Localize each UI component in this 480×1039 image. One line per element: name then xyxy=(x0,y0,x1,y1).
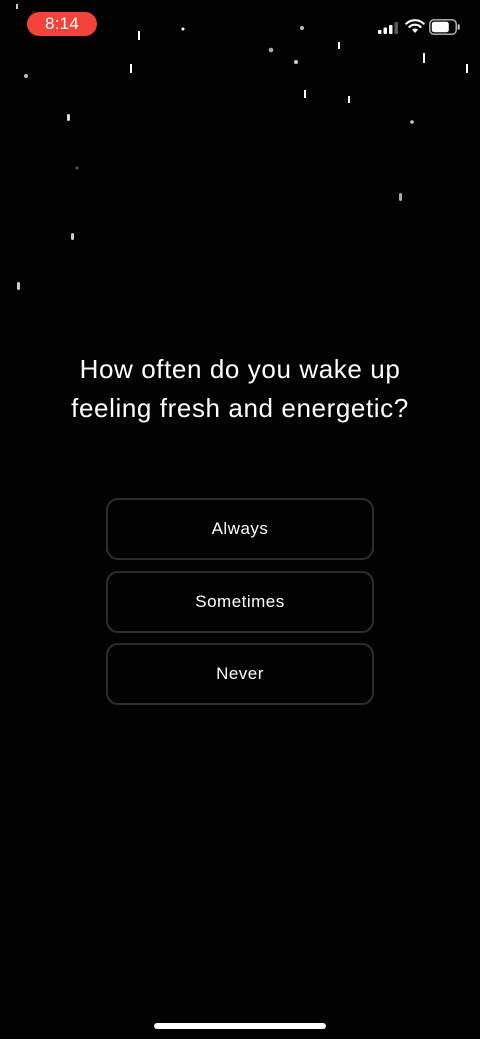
app-screen: 8:14 How often do you wake up feeling fr… xyxy=(0,0,480,1039)
question-text: How often do you wake up feeling fresh a… xyxy=(71,354,409,423)
option-sometimes-button[interactable]: Sometimes xyxy=(106,570,374,633)
option-always-button[interactable]: Always xyxy=(106,498,374,560)
option-never-button[interactable]: Never xyxy=(106,643,374,705)
home-indicator[interactable] xyxy=(154,1023,326,1029)
snow-particles-decoration xyxy=(16,4,468,290)
answer-options: Always Sometimes Never xyxy=(106,498,374,716)
